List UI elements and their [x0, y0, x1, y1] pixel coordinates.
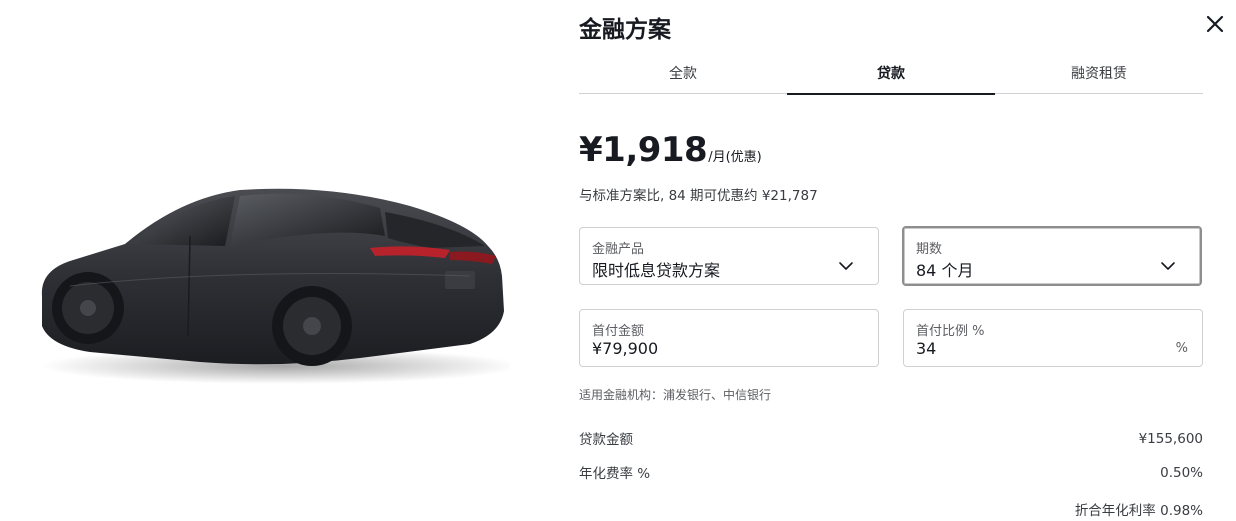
tab-lease[interactable]: 融资租赁 [995, 56, 1203, 93]
field-value: 限时低息贷款方案 [592, 261, 721, 280]
loan-amount-value: ¥155,600 [1138, 431, 1203, 447]
term-select[interactable]: 期数 84 个月 [902, 226, 1202, 286]
financing-panel: 金融方案 全款 贷款 融资租赁 ¥1,918 /月(优惠) 与标准方案比, 84… [579, 0, 1224, 521]
annual-rate-label: 年化费率 % [579, 466, 651, 482]
annual-rate-value: 0.50% [1160, 465, 1203, 481]
field-value: 84 个月 [916, 261, 974, 280]
equivalent-rate-text: 折合年化利率 0.98% [1074, 503, 1203, 519]
finance-product-select[interactable]: 金融产品 限时低息贷款方案 [579, 227, 879, 285]
down-payment-amount-field[interactable]: 首付金额 ¥79,900 [579, 309, 879, 367]
loan-amount-label: 贷款金额 [579, 432, 633, 448]
payment-tabs: 全款 贷款 融资租赁 [579, 56, 1203, 95]
field-value: ¥79,900 [592, 339, 659, 358]
close-button[interactable] [1201, 10, 1229, 38]
car-image-panel [0, 0, 560, 521]
price-suffix: /月(优惠) [708, 150, 762, 165]
chevron-down-icon [839, 262, 853, 270]
page-title: 金融方案 [579, 17, 671, 43]
price-amount: ¥1,918 [579, 130, 708, 170]
tab-full-payment[interactable]: 全款 [579, 56, 787, 93]
saving-text: 与标准方案比, 84 期可优惠约 ¥21,787 [579, 188, 818, 204]
chevron-down-icon [1161, 262, 1175, 270]
monthly-price: ¥1,918 /月(优惠) [579, 130, 762, 170]
field-label: 期数 [916, 242, 943, 257]
field-value: 34 [916, 339, 937, 358]
field-label: 金融产品 [592, 242, 645, 257]
field-label: 首付比例 % [916, 324, 985, 339]
field-label: 首付金额 [592, 324, 645, 339]
car-image [40, 188, 510, 384]
down-payment-ratio-field[interactable]: 首付比例 % 34 % [903, 309, 1203, 367]
tab-loan[interactable]: 贷款 [787, 56, 995, 95]
close-icon [1206, 15, 1224, 33]
institutions-text: 适用金融机构：浦发银行、中信银行 [579, 388, 772, 402]
percent-unit: % [1175, 341, 1188, 356]
